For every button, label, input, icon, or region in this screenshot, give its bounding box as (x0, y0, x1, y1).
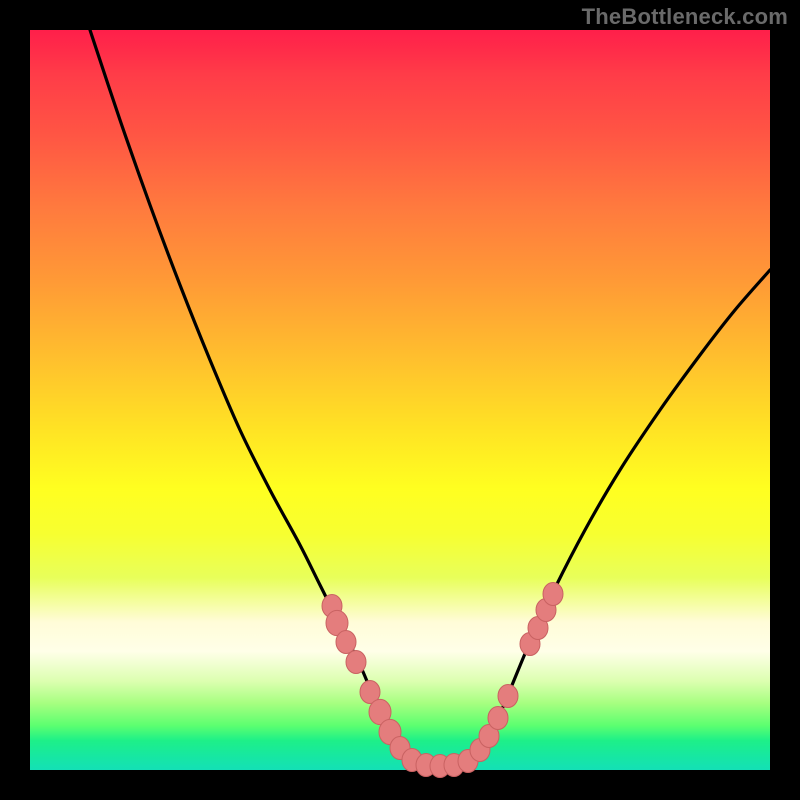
watermark-text: TheBottleneck.com (582, 4, 788, 30)
marker-dot (543, 583, 563, 606)
data-markers (322, 583, 563, 778)
marker-dot (498, 685, 518, 708)
plot-area (30, 30, 770, 770)
outer-frame: TheBottleneck.com (0, 0, 800, 800)
chart-svg (30, 30, 770, 770)
marker-dot (346, 651, 366, 674)
bottleneck-curve (90, 30, 770, 766)
marker-dot (336, 631, 356, 654)
marker-dot (488, 707, 508, 730)
